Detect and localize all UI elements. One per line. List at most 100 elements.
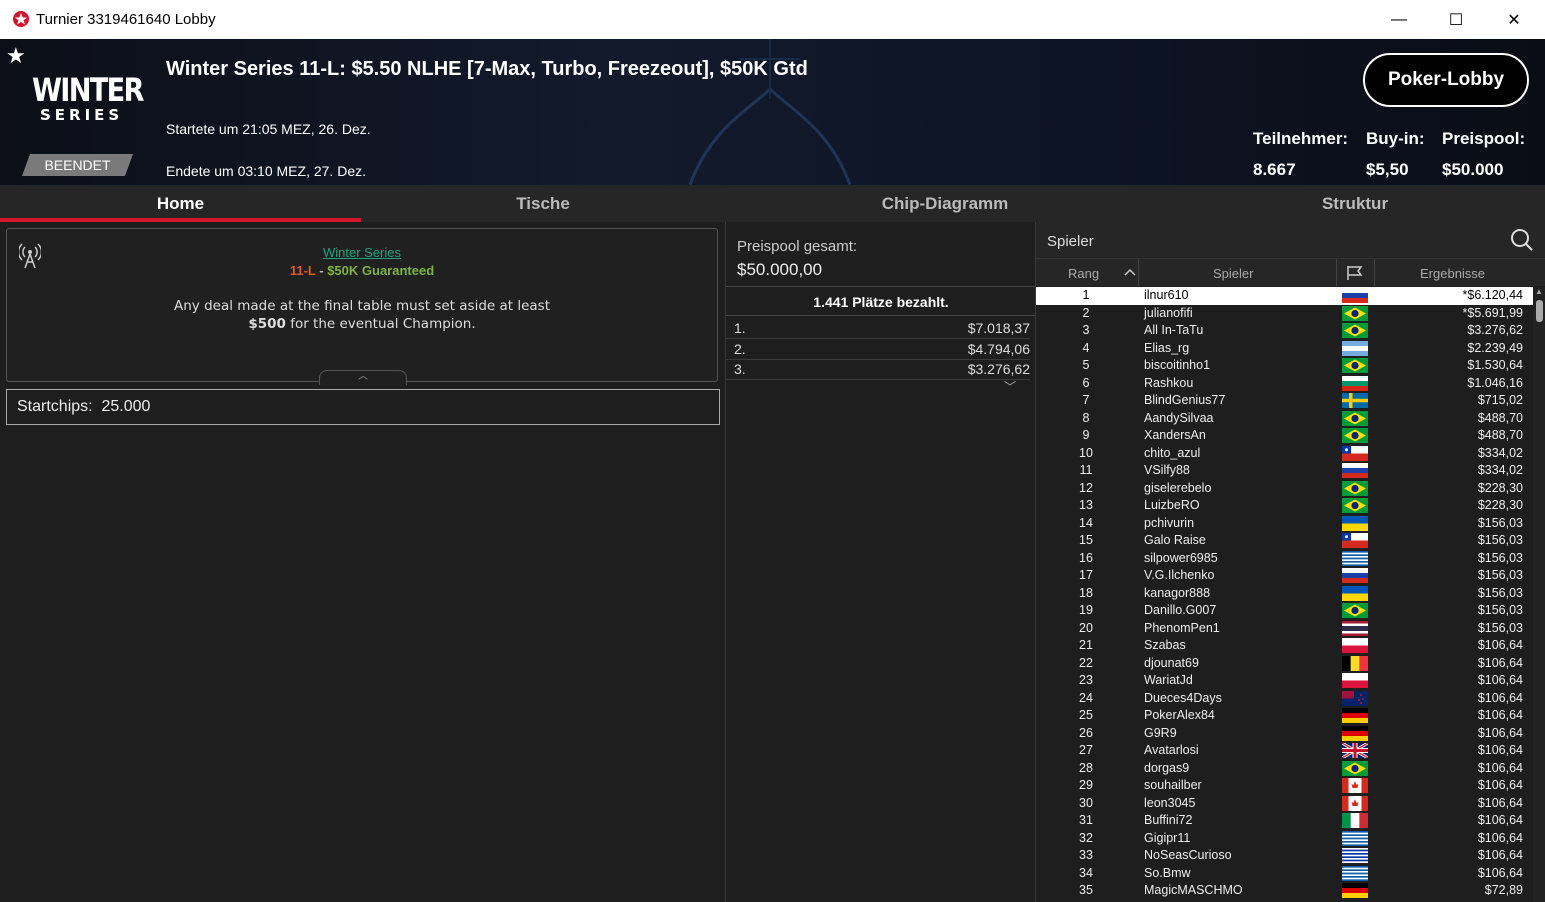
player-name: djounat69 <box>1144 655 1199 670</box>
player-name: V.G.Ilchenko <box>1144 568 1215 582</box>
table-row[interactable]: 21 Szabas $106,64 <box>1036 637 1533 655</box>
country-flag-icon <box>1342 848 1368 864</box>
column-divider <box>1374 259 1375 286</box>
minimize-button[interactable]: — <box>1370 0 1428 39</box>
maximize-button[interactable]: ☐ <box>1427 0 1485 39</box>
tab-tables[interactable]: Tische <box>361 185 725 222</box>
player-winnings: $156,03 <box>1477 585 1523 600</box>
player-rank: 30 <box>1079 795 1093 810</box>
table-row[interactable]: 35 MagicMASCHMO $72,89 <box>1036 882 1533 900</box>
table-row[interactable]: 15 Galo Raise $156,03 <box>1036 532 1533 550</box>
country-flag-icon <box>1342 410 1368 426</box>
event-separator: - <box>315 263 328 278</box>
player-winnings: $156,03 <box>1477 568 1523 582</box>
player-winnings: $2.239,49 <box>1467 340 1523 355</box>
player-winnings: $334,02 <box>1477 463 1523 477</box>
table-row[interactable]: 31 Buffini72 $106,64 <box>1036 812 1533 830</box>
table-row[interactable]: 2 julianofifi *$5.691,99 <box>1036 305 1533 323</box>
table-row[interactable]: 29 souhailber $106,64 <box>1036 777 1533 795</box>
table-row[interactable]: 20 PhenomPen1 $156,03 <box>1036 620 1533 638</box>
country-flag-icon <box>1342 690 1368 706</box>
table-row[interactable]: 34 So.Bmw $106,64 <box>1036 865 1533 883</box>
player-winnings: $106,64 <box>1477 673 1523 687</box>
table-row[interactable]: 23 WariatJd $106,64 <box>1036 672 1533 690</box>
players-panel: Spieler Rang Spieler Ergebnisse 1 ilnur61… <box>1035 222 1545 902</box>
favorite-star-icon[interactable]: ★ <box>6 43 26 69</box>
player-winnings: $106,64 <box>1477 743 1523 757</box>
table-row[interactable]: 8 AandySilvaa $488,70 <box>1036 410 1533 428</box>
table-row[interactable]: 9 XandersAn $488,70 <box>1036 427 1533 445</box>
table-row[interactable]: 10 chito_azul $334,02 <box>1036 445 1533 463</box>
table-row[interactable]: 19 Danillo.G007 $156,03 <box>1036 602 1533 620</box>
table-row[interactable]: 32 Gigipr11 $106,64 <box>1036 830 1533 848</box>
table-row[interactable]: 1 ilnur610 *$6.120,44 <box>1036 287 1533 305</box>
table-row[interactable]: 3 All In-TaTu $3.276,62 <box>1036 322 1533 340</box>
flag-column-icon[interactable] <box>1346 265 1364 281</box>
col-rank[interactable]: Rang <box>1068 266 1099 281</box>
table-row[interactable]: 14 pchivurin $156,03 <box>1036 515 1533 533</box>
winter-series-link[interactable]: Winter Series <box>7 245 717 260</box>
table-row[interactable]: 30 leon3045 $106,64 <box>1036 795 1533 813</box>
collapse-chevron-up-icon[interactable]: ︿ <box>319 370 407 385</box>
country-flag-icon <box>1342 358 1368 373</box>
player-rank: 13 <box>1079 498 1093 512</box>
player-rank: 19 <box>1079 603 1093 617</box>
player-search[interactable]: Spieler <box>1036 222 1545 259</box>
col-player[interactable]: Spieler <box>1213 266 1253 281</box>
player-winnings: *$6.120,44 <box>1462 288 1523 302</box>
country-flag-icon <box>1342 620 1368 636</box>
tab-home[interactable]: Home <box>0 185 361 222</box>
table-row[interactable]: 22 djounat69 $106,64 <box>1036 655 1533 673</box>
table-row[interactable]: 28 dorgas9 $106,64 <box>1036 760 1533 778</box>
table-row[interactable]: 5 biscoitinho1 $1.530,64 <box>1036 357 1533 375</box>
deal-notice-line1: Any deal made at the final table must se… <box>174 298 550 314</box>
table-row[interactable]: 11 VSilfy88 $334,02 <box>1036 462 1533 480</box>
player-search-input[interactable]: Spieler <box>1047 233 1094 250</box>
table-row[interactable]: 16 silpower6985 $156,03 <box>1036 550 1533 568</box>
table-row[interactable]: 26 G9R9 $106,64 <box>1036 725 1533 743</box>
player-winnings: $156,03 <box>1477 515 1523 530</box>
player-rank: 1 <box>1082 288 1090 302</box>
table-row[interactable]: 24 Dueces4Days $106,64 <box>1036 690 1533 708</box>
start-time: Startete um 21:05 MEZ, 26. Dez. <box>166 121 371 137</box>
country-flag-icon <box>1341 741 1369 760</box>
tab-chip-chart[interactable]: Chip-Diagramm <box>725 185 1165 222</box>
expand-chevron-down-icon[interactable]: ﹀ <box>1004 378 1016 395</box>
country-flag-icon <box>1342 375 1368 391</box>
table-row[interactable]: 12 giselerebelo $228,30 <box>1036 480 1533 498</box>
sort-ascending-icon[interactable] <box>1124 268 1136 276</box>
table-row[interactable]: 27 Avatarlosi $106,64 <box>1036 741 1533 760</box>
player-name: silpower6985 <box>1144 550 1218 565</box>
player-name: chito_azul <box>1144 445 1201 460</box>
player-name: julianofifi <box>1144 305 1193 320</box>
table-row[interactable]: 33 NoSeasCurioso $106,64 <box>1036 847 1533 865</box>
player-rank: 28 <box>1079 760 1093 775</box>
table-row[interactable]: 25 PokerAlex84 $106,64 <box>1036 707 1533 725</box>
tab-structure[interactable]: Struktur <box>1165 185 1545 222</box>
table-row[interactable]: 4 Elias_rg $2.239,49 <box>1036 340 1533 358</box>
scroll-up-icon[interactable]: ▲ <box>1535 287 1543 296</box>
scrollbar-thumb[interactable] <box>1536 300 1543 322</box>
country-flag-icon <box>1342 725 1368 741</box>
player-name: biscoitinho1 <box>1144 358 1211 372</box>
col-winnings[interactable]: Ergebnisse <box>1420 266 1485 281</box>
country-flag-icon <box>1342 340 1368 356</box>
poker-lobby-button[interactable]: Poker-Lobby <box>1363 53 1529 107</box>
table-row[interactable]: 13 LuizbeRO $228,30 <box>1036 497 1533 515</box>
player-rank: 21 <box>1079 638 1093 652</box>
prizepool-label: Preispool: <box>1442 129 1526 148</box>
player-rank: 32 <box>1079 830 1093 845</box>
player-rank: 6 <box>1082 375 1090 390</box>
players-scrollbar[interactable]: ▲ <box>1533 287 1545 902</box>
search-icon[interactable] <box>1510 228 1534 252</box>
table-row[interactable]: 17 V.G.Ilchenko $156,03 <box>1036 567 1533 585</box>
table-row[interactable]: 6 Rashkou $1.046,16 <box>1036 375 1533 393</box>
deal-notice-rest: for the eventual Champion. <box>285 316 476 332</box>
player-winnings: $228,30 <box>1477 480 1523 495</box>
table-row[interactable]: 18 kanagor888 $156,03 <box>1036 585 1533 603</box>
country-flag-icon <box>1342 533 1368 548</box>
close-button[interactable]: ✕ <box>1485 0 1543 39</box>
home-panel: Winter Series 11-L - $50K Guaranteed Any… <box>0 222 725 902</box>
table-row[interactable]: 7 BlindGenius77 $715,02 <box>1036 392 1533 410</box>
player-name: PhenomPen1 <box>1144 620 1220 635</box>
